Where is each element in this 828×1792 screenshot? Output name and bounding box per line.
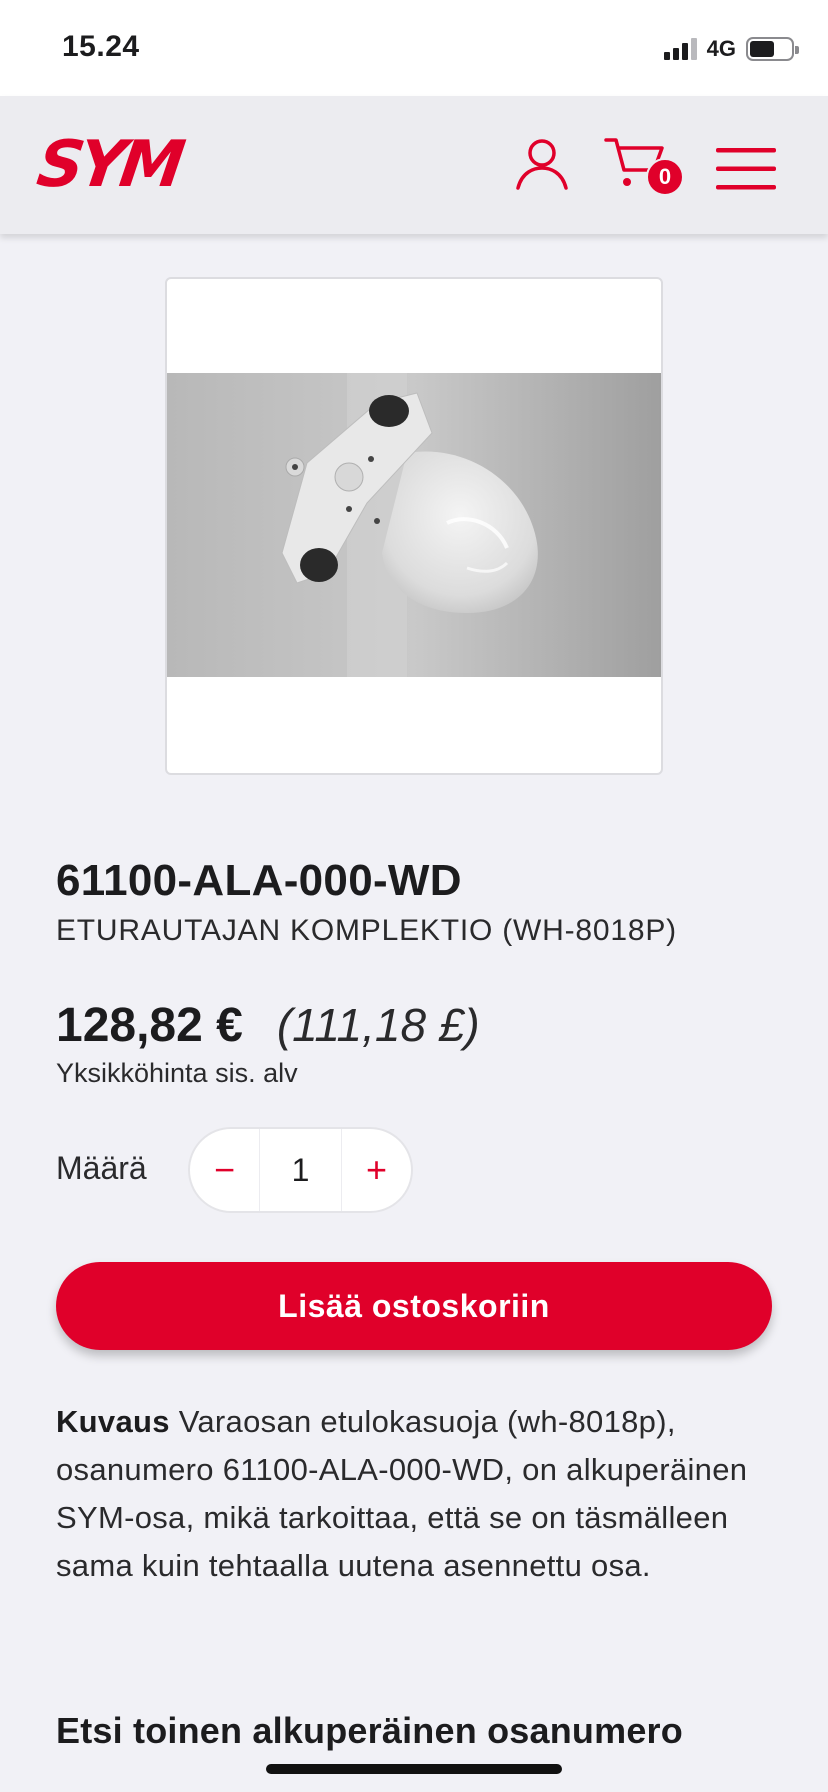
home-indicator[interactable] xyxy=(266,1764,562,1774)
search-heading: Etsi toinen alkuperäinen osanumero xyxy=(56,1710,683,1751)
site-header: SYM 0 xyxy=(0,96,828,234)
quantity-label: Määrä xyxy=(56,1150,147,1186)
menu-icon[interactable] xyxy=(714,146,778,197)
quantity-decrease-button[interactable]: − xyxy=(190,1129,259,1211)
part-number: 61100-ALA-000-WD xyxy=(56,856,462,905)
quantity-stepper: − 1 + xyxy=(188,1127,413,1213)
part-name: ETURAUTAJAN KOMPLEKTIO (WH-8018P) xyxy=(56,914,677,947)
product-image[interactable] xyxy=(165,277,663,775)
cart-count-badge: 0 xyxy=(646,158,684,196)
quantity-input[interactable]: 1 xyxy=(259,1129,342,1211)
status-indicators: 4G xyxy=(663,36,799,62)
network-label: 4G xyxy=(706,36,736,61)
quantity-increase-button[interactable]: + xyxy=(342,1129,411,1211)
user-icon[interactable] xyxy=(514,136,570,197)
product-photo xyxy=(167,373,661,677)
price-gbp: (111,18 £) xyxy=(276,999,480,1051)
description-label: Kuvaus xyxy=(56,1404,170,1439)
add-to-cart-button[interactable]: Lisää ostoskoriin xyxy=(56,1262,772,1350)
product-description: Kuvaus Varaosan etulokasuoja (wh-8018p),… xyxy=(56,1398,776,1590)
battery-icon xyxy=(746,37,799,61)
price-eur: 128,82 € xyxy=(56,999,243,1052)
price-row: 128,82 € (111,18 £) xyxy=(56,998,480,1053)
signal-icon xyxy=(663,38,697,60)
status-bar: 15.24 4G xyxy=(0,0,828,96)
sym-logo[interactable]: SYM xyxy=(33,128,185,202)
status-time: 15.24 xyxy=(62,30,140,63)
cart-icon[interactable]: 0 xyxy=(604,136,684,197)
price-note: Yksikköhinta sis. alv xyxy=(56,1058,298,1088)
